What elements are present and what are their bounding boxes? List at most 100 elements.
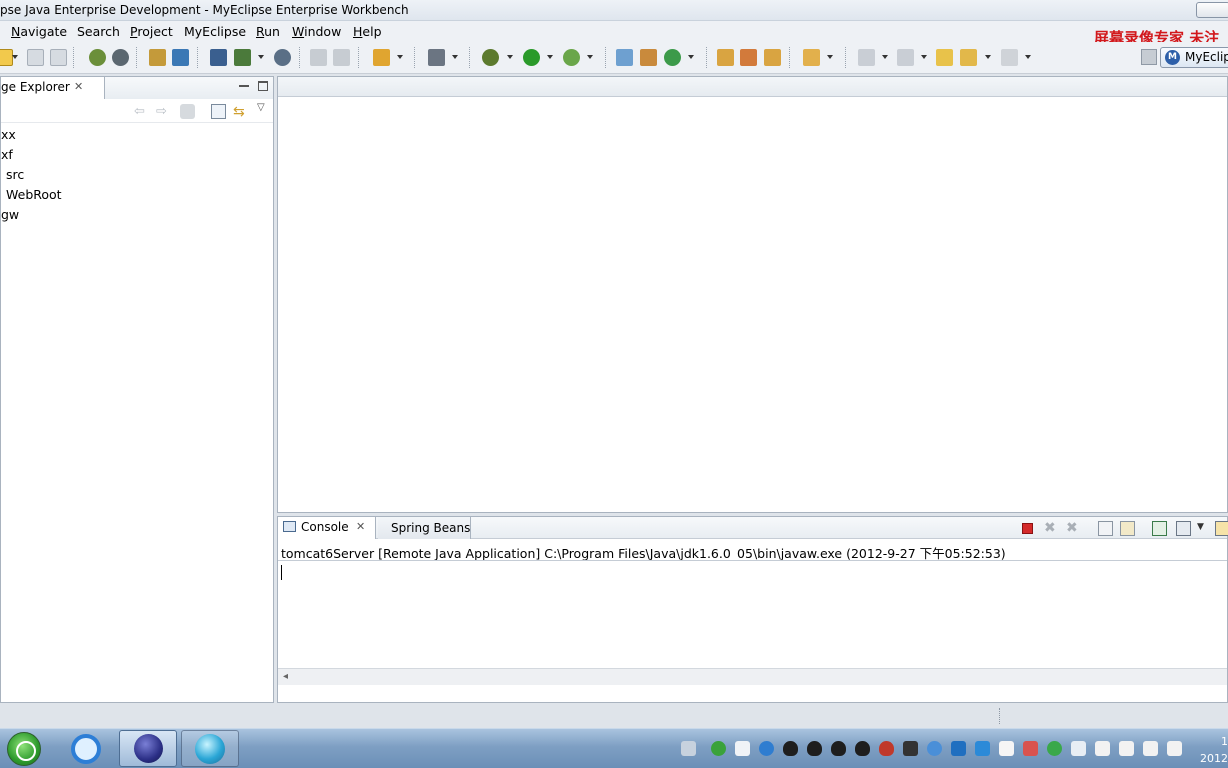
editor-area[interactable] bbox=[277, 76, 1228, 513]
prev-annotation-icon[interactable] bbox=[897, 49, 914, 66]
remove-all-launches-icon[interactable]: ✖ bbox=[1066, 520, 1081, 536]
maximize-view-icon[interactable] bbox=[258, 81, 268, 91]
menu-navigate[interactable]: Navigate bbox=[11, 24, 67, 39]
action-center-flag-icon[interactable] bbox=[1095, 741, 1110, 756]
menu-help[interactable]: Help bbox=[353, 24, 382, 39]
forward-dropdown-icon[interactable] bbox=[1025, 55, 1031, 59]
notes-icon[interactable] bbox=[999, 741, 1014, 756]
new-web-project-icon[interactable] bbox=[172, 49, 189, 66]
link-editor-icon[interactable]: ⇆ bbox=[233, 104, 248, 120]
run-icon[interactable] bbox=[523, 49, 540, 66]
server-icon[interactable] bbox=[234, 49, 251, 66]
minimize-view-icon[interactable] bbox=[239, 81, 249, 87]
folder-icon[interactable] bbox=[803, 49, 820, 66]
start-button[interactable] bbox=[7, 732, 41, 766]
debug-dropdown-icon[interactable] bbox=[507, 55, 513, 59]
new-interface-icon[interactable] bbox=[640, 49, 657, 66]
new-package-icon[interactable] bbox=[373, 49, 390, 66]
qq-icon[interactable] bbox=[855, 741, 870, 756]
collapse-all-icon[interactable] bbox=[211, 104, 226, 119]
keyboard-icon[interactable] bbox=[681, 741, 696, 756]
network-icon[interactable] bbox=[1143, 741, 1158, 756]
tray-edit-icon[interactable] bbox=[1023, 741, 1038, 756]
menu-run[interactable]: Run bbox=[256, 24, 280, 39]
tree-item-src[interactable]: src bbox=[6, 167, 24, 182]
open-perspective-icon[interactable] bbox=[1141, 49, 1157, 65]
tray-window-icon[interactable] bbox=[735, 741, 750, 756]
refresh-icon[interactable] bbox=[664, 49, 681, 66]
forward-nav-icon[interactable]: ⇨ bbox=[156, 104, 171, 119]
tray-app-icon[interactable] bbox=[711, 741, 726, 756]
minimize-button[interactable] bbox=[1196, 2, 1228, 18]
menu-window[interactable]: Window bbox=[292, 24, 341, 39]
external-tools-icon[interactable] bbox=[563, 49, 580, 66]
tray-settings-icon[interactable] bbox=[1071, 741, 1086, 756]
remove-launch-icon[interactable]: ✖ bbox=[1044, 520, 1059, 536]
update-icon[interactable] bbox=[1047, 741, 1062, 756]
screenshot-icon[interactable] bbox=[428, 49, 445, 66]
external-tools-dropdown-icon[interactable] bbox=[587, 55, 593, 59]
console-output[interactable]: ◂ bbox=[278, 560, 1227, 685]
display-console-dropdown-icon[interactable]: ▼ bbox=[1197, 522, 1212, 537]
web-service-icon[interactable] bbox=[112, 49, 129, 66]
tray-network-icon[interactable] bbox=[759, 741, 774, 756]
close-icon[interactable]: ✕ bbox=[356, 521, 366, 532]
tray-device-icon[interactable] bbox=[1119, 741, 1134, 756]
volume-icon[interactable] bbox=[1167, 741, 1182, 756]
tree-item-webroot[interactable]: WebRoot bbox=[6, 187, 62, 202]
server-dropdown-icon[interactable] bbox=[258, 55, 264, 59]
save-icon[interactable] bbox=[27, 49, 44, 66]
open-task-icon[interactable] bbox=[764, 49, 781, 66]
debug-config-icon[interactable] bbox=[89, 49, 106, 66]
display-console-icon[interactable] bbox=[1176, 521, 1191, 536]
scroll-left-icon[interactable]: ◂ bbox=[283, 671, 288, 682]
deploy-icon[interactable] bbox=[210, 49, 227, 66]
horizontal-scrollbar[interactable]: ◂ bbox=[278, 668, 1227, 685]
menu-search[interactable]: Search bbox=[77, 24, 120, 39]
terminate-icon[interactable] bbox=[1022, 523, 1033, 534]
system-clock[interactable]: 1 2012 bbox=[1200, 733, 1228, 767]
open-console-icon[interactable] bbox=[1215, 521, 1228, 536]
taskbar-myeclipse[interactable] bbox=[119, 730, 177, 767]
package-dropdown-icon[interactable] bbox=[397, 55, 403, 59]
back-nav-icon[interactable]: ⇦ bbox=[134, 104, 149, 119]
clear-console-icon[interactable] bbox=[1098, 521, 1113, 536]
menu-project[interactable]: Project bbox=[130, 24, 173, 39]
prev-annotation-dropdown-icon[interactable] bbox=[921, 55, 927, 59]
tree-item-project-xx[interactable]: xx bbox=[1, 127, 16, 142]
new-java-project-icon[interactable] bbox=[149, 49, 166, 66]
tree-item-project-xf[interactable]: xf bbox=[1, 147, 13, 162]
taskbar-app[interactable] bbox=[181, 730, 239, 767]
next-annotation-dropdown-icon[interactable] bbox=[882, 55, 888, 59]
menu-myeclipse[interactable]: MyEclipse bbox=[184, 24, 246, 39]
back-dropdown-icon[interactable] bbox=[985, 55, 991, 59]
back-icon[interactable] bbox=[960, 49, 977, 66]
shield-icon[interactable] bbox=[951, 741, 966, 756]
browser-icon[interactable] bbox=[274, 49, 291, 66]
pin-console-icon[interactable] bbox=[1152, 521, 1167, 536]
debug-icon[interactable] bbox=[482, 49, 499, 66]
close-icon[interactable]: ✕ bbox=[74, 81, 84, 92]
screenshot-dropdown-icon[interactable] bbox=[452, 55, 458, 59]
search-tool-icon[interactable] bbox=[740, 49, 757, 66]
qq-icon[interactable] bbox=[831, 741, 846, 756]
next-annotation-icon[interactable] bbox=[858, 49, 875, 66]
open-type-icon[interactable] bbox=[310, 49, 327, 66]
new-class-icon[interactable] bbox=[616, 49, 633, 66]
run-dropdown-icon[interactable] bbox=[547, 55, 553, 59]
tray-tool-icon[interactable] bbox=[903, 741, 918, 756]
qq-icon[interactable] bbox=[783, 741, 798, 756]
tray-sync-icon[interactable] bbox=[927, 741, 942, 756]
folder-dropdown-icon[interactable] bbox=[827, 55, 833, 59]
refresh-dropdown-icon[interactable] bbox=[688, 55, 694, 59]
scroll-lock-icon[interactable] bbox=[1120, 521, 1135, 536]
qq-icon[interactable] bbox=[807, 741, 822, 756]
tab-spring-beans[interactable]: Spring Beans bbox=[378, 517, 471, 539]
security-check-icon[interactable] bbox=[975, 741, 990, 756]
tree-item-project-gw[interactable]: gw bbox=[1, 207, 19, 222]
taskbar-internet-explorer[interactable] bbox=[58, 730, 116, 767]
tab-package-explorer[interactable]: ge Explorer ✕ bbox=[1, 77, 105, 99]
qq-group-icon[interactable] bbox=[879, 741, 894, 756]
up-nav-icon[interactable] bbox=[180, 104, 195, 119]
tab-console[interactable]: Console ✕ bbox=[278, 517, 376, 539]
